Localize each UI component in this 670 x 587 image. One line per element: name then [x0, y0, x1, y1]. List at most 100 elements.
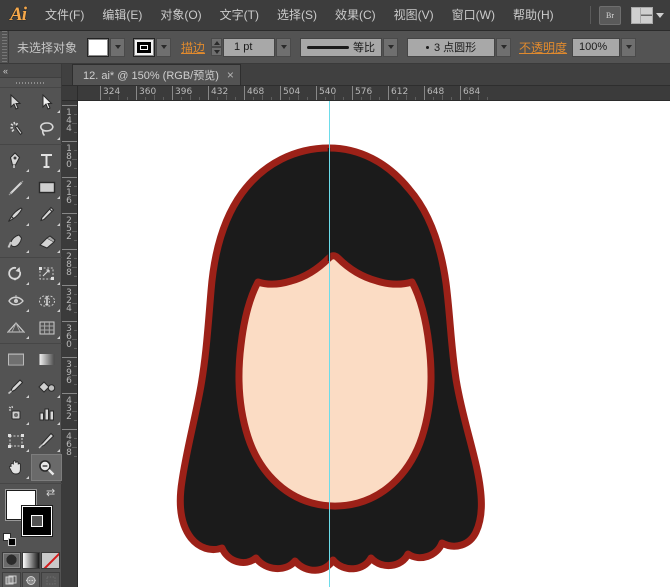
lasso-tool[interactable]	[31, 115, 62, 142]
stroke-swatch-group	[133, 38, 171, 57]
line-segment-tool[interactable]	[0, 174, 31, 201]
direct-selection-tool[interactable]	[31, 88, 62, 115]
tool-divider	[0, 343, 62, 344]
opacity-dropdown-arrow[interactable]	[621, 38, 636, 57]
tools-panel-grip[interactable]	[0, 78, 61, 88]
stroke-weight-dropdown-arrow[interactable]	[276, 38, 291, 57]
menu-object[interactable]: 对象(O)	[151, 0, 210, 31]
rotate-tool[interactable]	[0, 260, 31, 287]
perspective-grid-tool[interactable]	[0, 314, 31, 341]
artboard-canvas[interactable]	[78, 101, 670, 587]
ruler-tick	[62, 357, 78, 358]
ruler-tick	[62, 393, 78, 394]
fill-color-swatch[interactable]	[87, 38, 109, 57]
close-icon[interactable]: ×	[227, 69, 234, 81]
menu-file[interactable]: 文件(F)	[36, 0, 93, 31]
live-paint-bucket-tool[interactable]	[31, 373, 62, 400]
column-graph-tool[interactable]	[31, 400, 62, 427]
bridge-icon[interactable]: Br	[599, 6, 621, 25]
stroke-weight-input[interactable]: 1 pt	[223, 38, 275, 57]
pen-tool[interactable]	[0, 147, 31, 174]
ruler-label: 252	[64, 216, 73, 240]
paintbrush-tool[interactable]	[0, 201, 31, 228]
hand-tool[interactable]	[0, 454, 31, 481]
ruler-tick	[172, 86, 173, 101]
shape-builder-tool[interactable]	[31, 287, 62, 314]
ruler-corner[interactable]	[62, 86, 78, 101]
brush-definition-select[interactable]: 3 点圆形	[407, 38, 495, 57]
menu-type[interactable]: 文字(T)	[211, 0, 268, 31]
magic-wand-tool[interactable]	[0, 115, 31, 142]
ruler-tick	[62, 177, 78, 178]
ruler-tick	[316, 86, 317, 101]
brush-definition-dropdown-arrow[interactable]	[496, 38, 511, 57]
ruler-label: 432	[64, 396, 73, 420]
ruler-tick	[62, 285, 78, 286]
eraser-tool[interactable]	[31, 228, 62, 255]
illustrator-window: Ai 文件(F) 编辑(E) 对象(O) 文字(T) 选择(S) 效果(C) 视…	[0, 0, 670, 587]
mesh-tool[interactable]	[31, 314, 62, 341]
draw-inside[interactable]	[41, 572, 60, 587]
vertical-ruler[interactable]: 144180216252288324360396432468	[62, 101, 78, 587]
selection-tool[interactable]	[0, 88, 31, 115]
color-mode-solid[interactable]	[2, 552, 21, 569]
document-tab-title: 12. ai* @ 150% (RGB/预览)	[83, 67, 219, 83]
cartoon-face-artwork	[78, 101, 670, 587]
stroke-weight-label[interactable]: 描边	[181, 39, 205, 56]
tools-panel-header[interactable]: «	[0, 64, 61, 78]
ruler-tick	[244, 86, 245, 101]
draw-behind[interactable]	[22, 572, 41, 587]
color-mode-none[interactable]	[41, 552, 60, 569]
slice-tool[interactable]	[31, 427, 62, 454]
collapse-icon[interactable]: «	[3, 66, 8, 76]
stroke-profile-select[interactable]: 等比	[300, 38, 382, 57]
ruler-tick	[62, 249, 78, 250]
tool-divider	[0, 144, 62, 145]
menu-effect[interactable]: 效果(C)	[326, 0, 385, 31]
width-tool[interactable]	[0, 287, 31, 314]
fill-dropdown-arrow[interactable]	[110, 38, 125, 57]
pencil-tool[interactable]	[31, 201, 62, 228]
stroke-weight-stepper[interactable]	[211, 38, 222, 56]
ruler-tick	[208, 86, 209, 101]
rectangle-tool[interactable]	[31, 174, 62, 201]
ruler-tick	[424, 86, 425, 101]
artboard-tool[interactable]	[0, 427, 31, 454]
ruler-tick	[62, 213, 78, 214]
menu-edit[interactable]: 编辑(E)	[93, 0, 151, 31]
swap-fill-stroke-icon[interactable]: ⇄	[46, 488, 58, 500]
tool-divider	[0, 257, 62, 258]
color-mode-gradient[interactable]	[22, 552, 41, 569]
menu-window[interactable]: 窗口(W)	[443, 0, 504, 31]
default-fill-stroke-icon[interactable]	[3, 533, 16, 546]
opacity-label[interactable]: 不透明度	[519, 39, 567, 56]
draw-mode-row	[0, 569, 62, 587]
ruler-tick	[100, 86, 101, 101]
stroke-color-swatch[interactable]	[133, 38, 155, 57]
document-tab[interactable]: 12. ai* @ 150% (RGB/预览) ×	[72, 64, 241, 85]
brush-definition-label: 3 点圆形	[434, 39, 476, 55]
draw-normal[interactable]	[2, 572, 21, 587]
tool-grid	[0, 88, 62, 481]
menu-view[interactable]: 视图(V)	[385, 0, 443, 31]
horizontal-ruler[interactable]: 324360396432468504540576612648684	[62, 86, 670, 101]
gradient-tool[interactable]	[0, 346, 31, 373]
eyedropper-tool[interactable]	[0, 373, 31, 400]
symbol-sprayer-tool[interactable]	[0, 400, 31, 427]
stroke-swatch-large[interactable]	[22, 506, 52, 536]
menu-help[interactable]: 帮助(H)	[504, 0, 563, 31]
stroke-dropdown-arrow[interactable]	[156, 38, 171, 57]
ruler-tick	[388, 86, 389, 101]
chevron-down-icon	[656, 13, 664, 18]
workspace-switcher[interactable]	[631, 7, 664, 24]
blob-brush-tool[interactable]	[0, 228, 31, 255]
stroke-profile-dropdown-arrow[interactable]	[383, 38, 398, 57]
control-bar-grip[interactable]	[0, 31, 9, 64]
opacity-input[interactable]: 100%	[572, 38, 620, 57]
menu-select[interactable]: 选择(S)	[268, 0, 326, 31]
zoom-tool[interactable]	[31, 454, 62, 481]
blend-tool[interactable]	[31, 346, 62, 373]
tools-panel: «	[0, 64, 62, 587]
type-tool[interactable]	[31, 147, 62, 174]
scale-tool[interactable]	[31, 260, 62, 287]
